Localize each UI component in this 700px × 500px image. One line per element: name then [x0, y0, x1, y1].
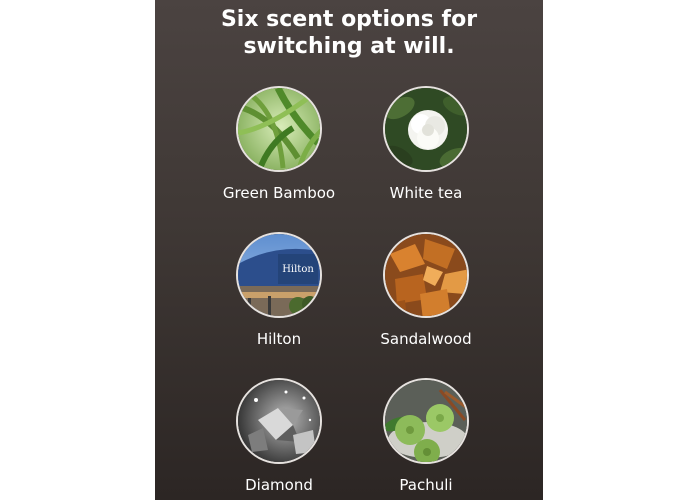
diamond-crystals-image — [236, 378, 322, 464]
scent-label: White tea — [389, 184, 463, 202]
sandalwood-chips-image — [383, 232, 469, 318]
title-line-1: Six scent options for — [220, 7, 478, 32]
scent-label: Hilton — [256, 330, 302, 348]
title-line-2: switching at will. — [243, 34, 455, 59]
scent-option-white-tea[interactable]: White tea — [356, 86, 496, 203]
scent-label: Pachuli — [399, 476, 453, 494]
scent-option-sandalwood[interactable]: Sandalwood — [356, 232, 496, 349]
hilton-hotel-building-image: Hilton — [236, 232, 322, 318]
bamboo-leaves-image — [236, 86, 322, 172]
page-title: Six scent options for switching at will. — [155, 6, 543, 60]
white-camellia-flower-image — [383, 86, 469, 172]
scent-label: Green Bamboo — [222, 184, 336, 202]
scent-option-diamond[interactable]: Diamond — [209, 378, 349, 495]
scent-option-hilton[interactable]: Hilton Hilton — [209, 232, 349, 349]
scent-option-pachuli[interactable]: Pachuli — [356, 378, 496, 495]
scent-options-panel: Six scent options for switching at will. — [155, 0, 543, 500]
scent-label: Diamond — [245, 476, 313, 494]
scent-label: Sandalwood — [380, 330, 472, 348]
pachuli-fruit-image — [383, 378, 469, 464]
hilton-sign-text: Hilton — [282, 264, 314, 275]
scent-option-green-bamboo[interactable]: Green Bamboo — [209, 86, 349, 203]
